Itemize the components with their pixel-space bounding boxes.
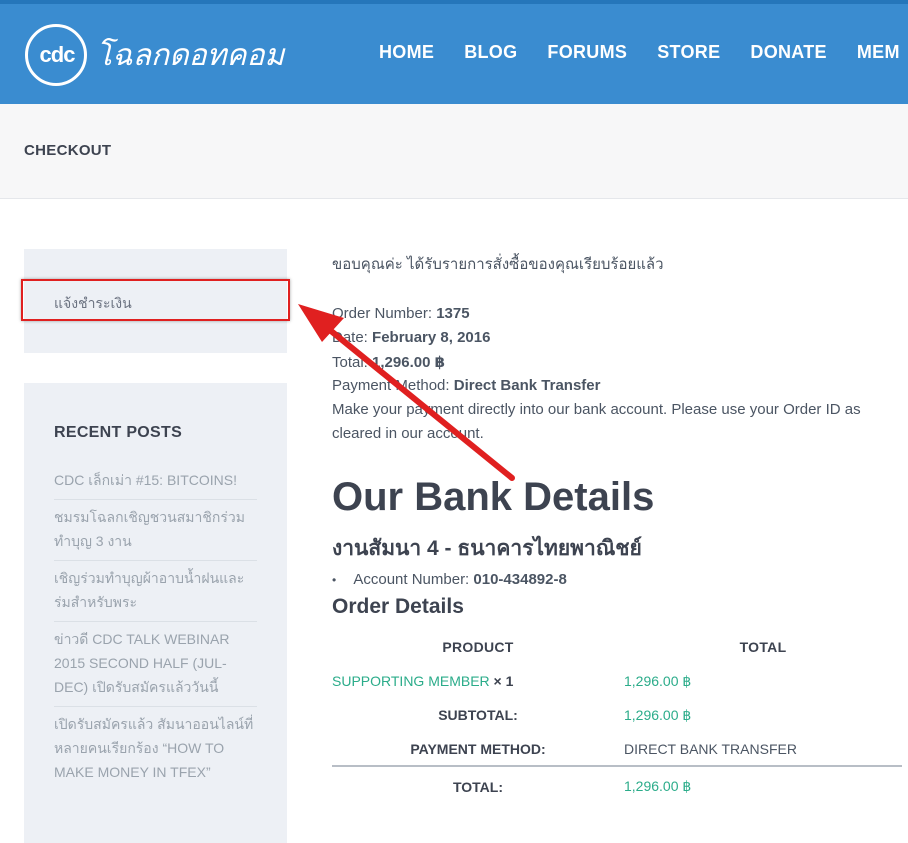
order-date-label: Date: [332,329,368,346]
nav-forums[interactable]: FORUMS [547,42,627,63]
recent-post-link[interactable]: เปิดรับสมัครแล้ว สัมนาออนไลน์ที่หลายคนเร… [54,707,257,791]
bank-details-title: Our Bank Details [332,475,655,519]
nav-home[interactable]: HOME [379,42,434,63]
recent-posts-widget: RECENT POSTS CDC เล็กเม่า #15: BITCOINS!… [24,383,287,843]
site-logo[interactable]: cdc [25,24,87,86]
recent-post-link[interactable]: ข่าวดี CDC TALK WEBINAR 2015 SECOND HALF… [54,622,257,707]
main-nav: HOME BLOG FORUMS STORE DONATE MEM [379,42,908,63]
nav-members[interactable]: MEM [857,42,900,63]
payment-method-value: Direct Bank Transfer [453,377,601,394]
order-total-line: Total: 1,296.00 ฿ [332,353,445,371]
grand-total-label: TOTAL: [332,765,624,806]
recent-posts-list: CDC เล็กเม่า #15: BITCOINS! ชมรมโฉลกเชิญ… [54,468,257,791]
order-date-line: Date: February 8, 2016 [332,329,490,346]
bullet-icon: • [332,573,337,587]
grand-total-value: 1,296.00 ฿ [624,765,902,806]
col-product-header: PRODUCT [442,639,514,655]
product-quantity: × 1 [493,673,514,689]
order-total-value: 1,296.00 ฿ [372,354,446,371]
order-total-label: Total: [332,354,368,371]
table-row: SUPPORTING MEMBER × 1 1,296.00 ฿ [332,664,902,698]
payment-instructions-1: Make your payment directly into our bank… [332,401,861,418]
nav-store[interactable]: STORE [657,42,720,63]
recent-posts-title: RECENT POSTS [54,424,183,441]
payment-method-row-label: PAYMENT METHOD: [410,740,546,757]
nav-blog[interactable]: BLOG [464,42,517,63]
order-number-line: Order Number: 1375 [332,305,470,322]
order-date-value: February 8, 2016 [372,329,491,346]
page-title-bar: CHECKOUT [0,104,908,199]
recent-post-link[interactable]: CDC เล็กเม่า #15: BITCOINS! [54,468,257,500]
order-received-message: ขอบคุณค่ะ ได้รับรายการสั่งซื้อของคุณเรีย… [332,256,664,273]
page-title: CHECKOUT [24,142,112,159]
product-total: 1,296.00 ฿ [624,672,692,689]
payment-instructions-2: cleared in our account. [332,425,484,442]
account-number-item: • Account Number: 010-434892-8 [332,571,567,588]
account-number-label: Account Number: [353,571,470,588]
bank-name: งานสัมนา 4 - ธนาคารไทยพาณิชย์ [332,537,642,560]
table-header-row: PRODUCT TOTAL [332,630,902,664]
col-total-header: TOTAL [739,639,787,655]
order-number-value: 1375 [436,305,470,322]
table-row: PAYMENT METHOD: DIRECT BANK TRANSFER [332,732,902,766]
recent-post-link[interactable]: ชมรมโฉลกเชิญชวนสมาชิกร่วมทำบุญ 3 งาน [54,500,257,561]
account-number-value: 010-434892-8 [473,571,567,588]
nav-donate[interactable]: DONATE [750,42,826,63]
logo-wordmark[interactable]: โฉลกดอทคอม [96,32,284,79]
payment-method-line: Payment Method: Direct Bank Transfer [332,377,600,394]
payment-method-row-value: DIRECT BANK TRANSFER [624,740,797,757]
annotation-highlight-box [21,279,290,321]
order-number-label: Order Number: [332,305,433,322]
site-header: cdc โฉลกดอทคอม HOME BLOG FORUMS STORE DO… [0,0,908,104]
subtotal-value: 1,296.00 ฿ [624,706,692,723]
recent-post-link[interactable]: เชิญร่วมทำบุญผ้าอาบน้ำฝนและร่มสำหรับพระ [54,561,257,622]
table-row: TOTAL: 1,296.00 ฿ [332,765,902,806]
product-link[interactable]: SUPPORTING MEMBER [332,673,490,689]
order-details-table: PRODUCT TOTAL SUPPORTING MEMBER × 1 1,29… [332,630,902,806]
payment-method-label: Payment Method: [332,377,450,394]
table-row: SUBTOTAL: 1,296.00 ฿ [332,698,902,732]
product-cell: SUPPORTING MEMBER × 1 [332,664,624,698]
subtotal-label: SUBTOTAL: [438,707,518,723]
logo-text: cdc [39,42,76,67]
order-details-title: Order Details [332,595,464,618]
